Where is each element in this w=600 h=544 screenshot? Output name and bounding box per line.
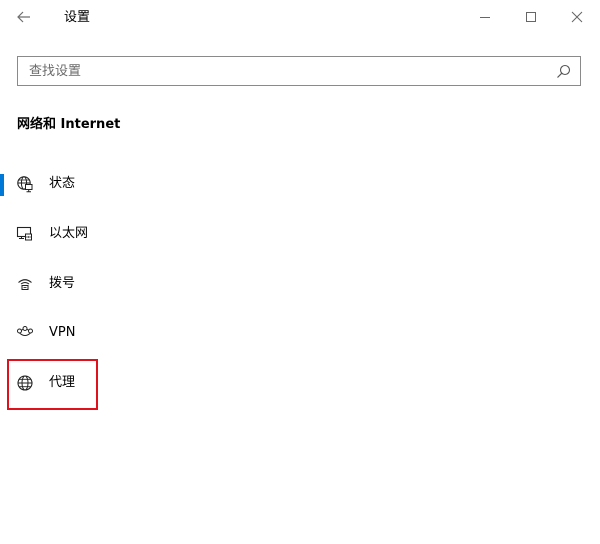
title-bar: 设置 xyxy=(0,0,600,34)
back-arrow-icon xyxy=(17,11,30,23)
search-icon[interactable] xyxy=(556,64,571,79)
nav-item-label: 拨号 xyxy=(49,276,76,291)
back-button[interactable] xyxy=(12,6,36,28)
nav-item-ethernet[interactable]: 以太网 xyxy=(0,214,600,254)
selected-indicator xyxy=(0,174,4,196)
close-button[interactable] xyxy=(554,0,600,34)
maximize-button[interactable] xyxy=(508,0,554,34)
ethernet-monitor-icon xyxy=(16,226,32,241)
nav-item-status[interactable]: 状态 xyxy=(0,164,600,204)
window-title: 设置 xyxy=(64,10,91,25)
minimize-icon xyxy=(480,17,490,18)
vpn-icon xyxy=(17,326,33,336)
minimize-button[interactable] xyxy=(462,0,508,34)
globe-network-icon xyxy=(17,176,33,193)
section-heading: 网络和 Internet xyxy=(17,117,121,132)
search-box[interactable] xyxy=(17,56,581,86)
nav-item-label: VPN xyxy=(49,325,76,340)
highlight-annotation-box xyxy=(7,359,98,410)
nav-item-vpn[interactable]: VPN xyxy=(0,313,600,353)
close-icon xyxy=(571,11,583,23)
dialup-phone-icon xyxy=(18,279,32,290)
nav-item-dialup[interactable]: 拨号 xyxy=(0,264,600,304)
nav-item-label: 状态 xyxy=(49,176,76,191)
nav-item-label: 以太网 xyxy=(49,226,89,241)
maximize-icon xyxy=(526,12,536,22)
search-input[interactable] xyxy=(18,57,548,85)
